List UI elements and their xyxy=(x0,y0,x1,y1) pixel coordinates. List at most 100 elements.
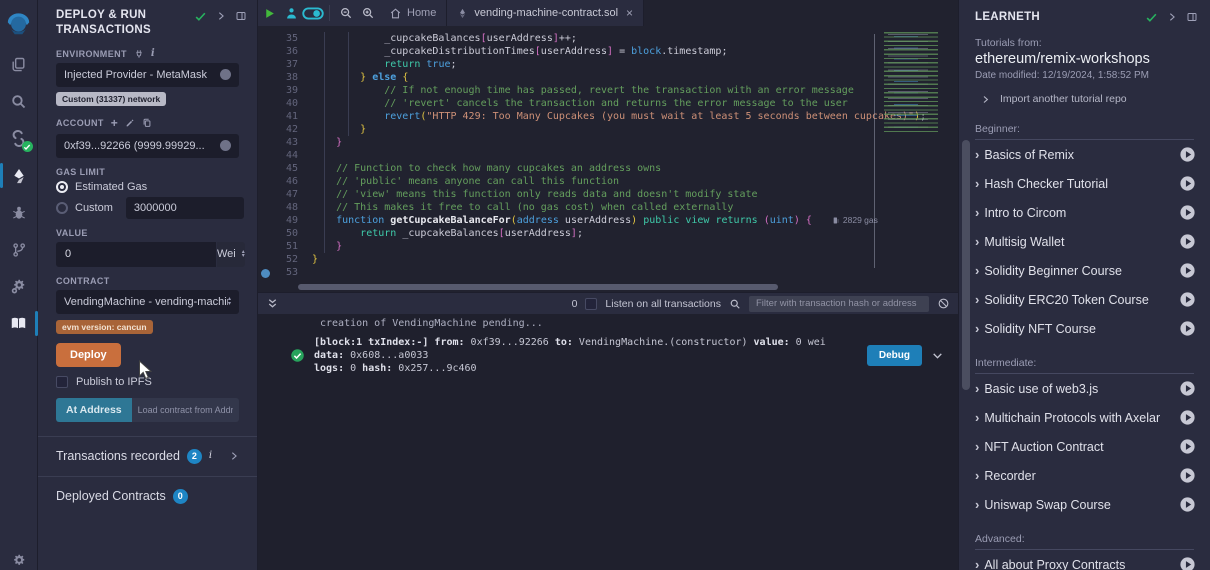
terminal[interactable]: creation of VendingMachine pending... [b… xyxy=(258,314,958,570)
chevron-right-icon[interactable]: › xyxy=(975,497,979,512)
breakpoint-margin[interactable] xyxy=(258,123,274,136)
tutorial-item[interactable]: ›Intro to Circom xyxy=(959,198,1210,227)
breakpoint-margin[interactable] xyxy=(258,45,274,58)
play-tutorial-icon[interactable] xyxy=(1179,496,1196,513)
solidity-compiler-icon[interactable] xyxy=(0,120,38,157)
code-line[interactable]: 53 xyxy=(258,266,958,279)
breakpoint-margin[interactable] xyxy=(258,136,274,149)
publish-ipfs-checkbox[interactable] xyxy=(56,376,68,388)
play-tutorial-icon[interactable] xyxy=(1179,438,1196,455)
code-line[interactable]: 49 function getCupcakeBalanceFor(address… xyxy=(258,214,958,227)
tutorial-item[interactable]: ›Uniswap Swap Course xyxy=(959,490,1210,519)
value-input[interactable] xyxy=(56,242,216,267)
code-line[interactable]: 38 } else { xyxy=(258,71,958,84)
custom-gas-input[interactable] xyxy=(126,197,244,219)
breakpoint-margin[interactable] xyxy=(258,149,274,162)
chevron-right-icon[interactable]: › xyxy=(975,205,979,220)
code-editor[interactable]: 35 _cupcakeBalances[userAddress]++;36 _c… xyxy=(258,26,958,282)
remix-logo-icon[interactable] xyxy=(0,0,38,46)
code-line[interactable]: 52} xyxy=(258,253,958,266)
assistant-icon[interactable] xyxy=(280,0,302,26)
clear-console-icon[interactable] xyxy=(937,297,950,310)
code-line[interactable]: 45 // Function to check how many cupcake… xyxy=(258,162,958,175)
tutorial-item[interactable]: ›Solidity NFT Course xyxy=(959,314,1210,343)
tutorial-item[interactable]: ›Solidity Beginner Course xyxy=(959,256,1210,285)
play-tutorial-icon[interactable] xyxy=(1179,233,1196,250)
code-line[interactable]: 50 return _cupcakeBalances[userAddress]; xyxy=(258,227,958,240)
play-tutorial-icon[interactable] xyxy=(1179,320,1196,337)
custom-gas-option[interactable]: Custom xyxy=(56,197,239,219)
tab-vending-machine-contract[interactable]: vending-machine-contract.sol × xyxy=(446,0,644,26)
code-line[interactable]: 43 } xyxy=(258,136,958,149)
code-line[interactable]: 39 // If not enough time has passed, rev… xyxy=(258,84,958,97)
scrollbar-thumb[interactable] xyxy=(298,284,778,290)
run-script-icon[interactable] xyxy=(258,0,280,26)
git-icon[interactable] xyxy=(0,231,38,268)
breakpoint-margin[interactable] xyxy=(258,110,274,123)
search-icon[interactable] xyxy=(0,83,38,120)
breakpoint-margin[interactable] xyxy=(258,71,274,84)
estimated-gas-option[interactable]: Estimated Gas xyxy=(56,181,239,193)
breakpoint-margin[interactable] xyxy=(258,201,274,214)
play-tutorial-icon[interactable] xyxy=(1179,175,1196,192)
code-line[interactable]: 51 } xyxy=(258,240,958,253)
code-line[interactable]: 35 _cupcakeBalances[userAddress]++; xyxy=(258,32,958,45)
chevron-right-icon[interactable]: › xyxy=(975,263,979,278)
code-line[interactable]: 47 // 'view' means this function only re… xyxy=(258,188,958,201)
tutorial-item[interactable]: ›Multichain Protocols with Axelar xyxy=(959,403,1210,432)
chevron-right-icon[interactable]: › xyxy=(975,234,979,249)
breakpoint-margin[interactable] xyxy=(258,214,274,227)
info-icon[interactable]: i xyxy=(209,451,212,461)
debugger-icon[interactable] xyxy=(0,194,38,231)
deployed-contracts-row[interactable]: Deployed Contracts 0 xyxy=(38,476,257,516)
learneth-icon[interactable] xyxy=(0,305,38,342)
zoom-out-icon[interactable] xyxy=(335,0,357,26)
chevron-right-icon[interactable]: › xyxy=(975,381,979,396)
breakpoint-margin[interactable] xyxy=(258,175,274,188)
file-explorer-icon[interactable] xyxy=(0,46,38,83)
breakpoint-margin[interactable] xyxy=(258,253,274,266)
deploy-button[interactable]: Deploy xyxy=(56,343,121,367)
toggle-icon[interactable] xyxy=(302,0,324,26)
edit-icon[interactable] xyxy=(125,118,135,128)
breakpoint-margin[interactable] xyxy=(258,84,274,97)
play-tutorial-icon[interactable] xyxy=(1179,556,1196,570)
breakpoint-margin[interactable] xyxy=(258,240,274,253)
contract-select[interactable]: VendingMachine - vending-machin ▴▾ xyxy=(56,290,239,314)
transactions-recorded-row[interactable]: Transactions recorded 2 i xyxy=(38,436,257,476)
code-line[interactable]: 42 } xyxy=(258,123,958,136)
play-tutorial-icon[interactable] xyxy=(1179,380,1196,397)
copy-icon[interactable] xyxy=(142,118,152,128)
custom-gas-radio[interactable] xyxy=(56,202,68,214)
tutorial-item[interactable]: ›Basic use of web3.js xyxy=(959,374,1210,403)
code-line[interactable]: 41 revert("HTTP 429: Too Many Cupcakes (… xyxy=(258,110,958,123)
chevron-right-icon[interactable]: › xyxy=(975,176,979,191)
transaction-log-row[interactable]: [block:1 txIndex:-] from: 0xf39...92266 … xyxy=(258,331,958,375)
pin-panel-icon[interactable] xyxy=(1186,11,1198,23)
debug-button[interactable]: Debug xyxy=(867,345,922,366)
plug-icon[interactable] xyxy=(134,49,144,59)
tutorial-item[interactable]: ›Multisig Wallet xyxy=(959,227,1210,256)
chevron-right-icon[interactable]: › xyxy=(975,147,979,162)
code-line[interactable]: 40 // 'revert' cancels the transaction a… xyxy=(258,97,958,110)
settings-icon[interactable] xyxy=(0,543,38,570)
chevron-right-icon[interactable]: › xyxy=(975,292,979,307)
minimap[interactable] xyxy=(878,30,950,132)
breakpoint-margin[interactable] xyxy=(258,162,274,175)
breakpoint-margin[interactable] xyxy=(258,58,274,71)
code-line[interactable]: 48 // This makes it free to call (no gas… xyxy=(258,201,958,214)
play-tutorial-icon[interactable] xyxy=(1179,204,1196,221)
breakpoint-margin[interactable] xyxy=(258,266,274,279)
import-tutorial-repo[interactable]: Import another tutorial repo xyxy=(981,93,1194,105)
at-address-button[interactable]: At Address xyxy=(56,398,132,422)
at-address-input[interactable] xyxy=(132,398,239,422)
breakpoint-margin[interactable] xyxy=(258,227,274,240)
pin-panel-icon[interactable] xyxy=(235,10,247,22)
chevron-right-icon[interactable] xyxy=(229,451,239,461)
deploy-run-icon[interactable] xyxy=(0,157,38,194)
chevron-down-icon[interactable] xyxy=(931,349,944,362)
chevron-right-icon[interactable] xyxy=(1167,12,1177,22)
breakpoint-icon[interactable] xyxy=(261,269,270,278)
home-tab[interactable]: Home xyxy=(379,7,446,20)
chevron-right-icon[interactable]: › xyxy=(975,439,979,454)
